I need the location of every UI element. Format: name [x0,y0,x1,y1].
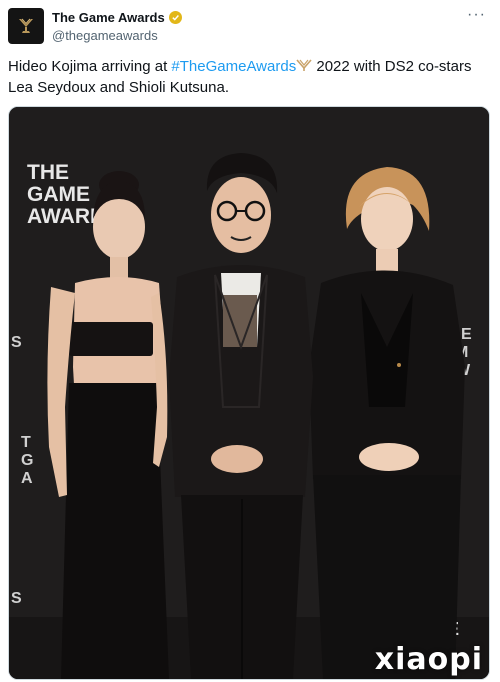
svg-text:G: G [21,452,33,469]
display-name[interactable]: The Game Awards [52,10,165,25]
svg-text:E: E [461,326,472,343]
svg-text:S: S [11,334,22,351]
photo-scene: THE GAME AWARDS S T G A S E M W E E R TH… [9,107,489,679]
account-handle[interactable]: @thegameawards [52,28,158,43]
tweet-photo[interactable]: THE GAME AWARDS S T G A S E M W E E R TH… [8,106,490,680]
more-options-icon[interactable]: ··· [467,6,486,24]
trophy-logo-icon [19,18,33,33]
backdrop-text-game: GAME [27,183,90,206]
svg-text:T: T [21,434,31,451]
tweet-card: The Game Awards @thegameawards ··· Hideo… [0,0,500,682]
svg-text:S: S [11,590,22,607]
verified-badge-icon [168,11,182,24]
trophy-hashtag-icon [296,59,312,71]
tweet-text: Hideo Kojima arriving at #TheGameAwards … [8,56,488,98]
account-name-row: The Game Awards [52,10,182,25]
watermark-logo: xiaopi [374,642,483,677]
hashtag-link[interactable]: #TheGameAwards [171,58,296,75]
backdrop-text-the: THE [27,161,69,184]
svg-text:A: A [21,470,33,487]
account-avatar[interactable] [8,8,44,44]
tweet-text-start: Hideo Kojima arriving at [8,58,172,75]
